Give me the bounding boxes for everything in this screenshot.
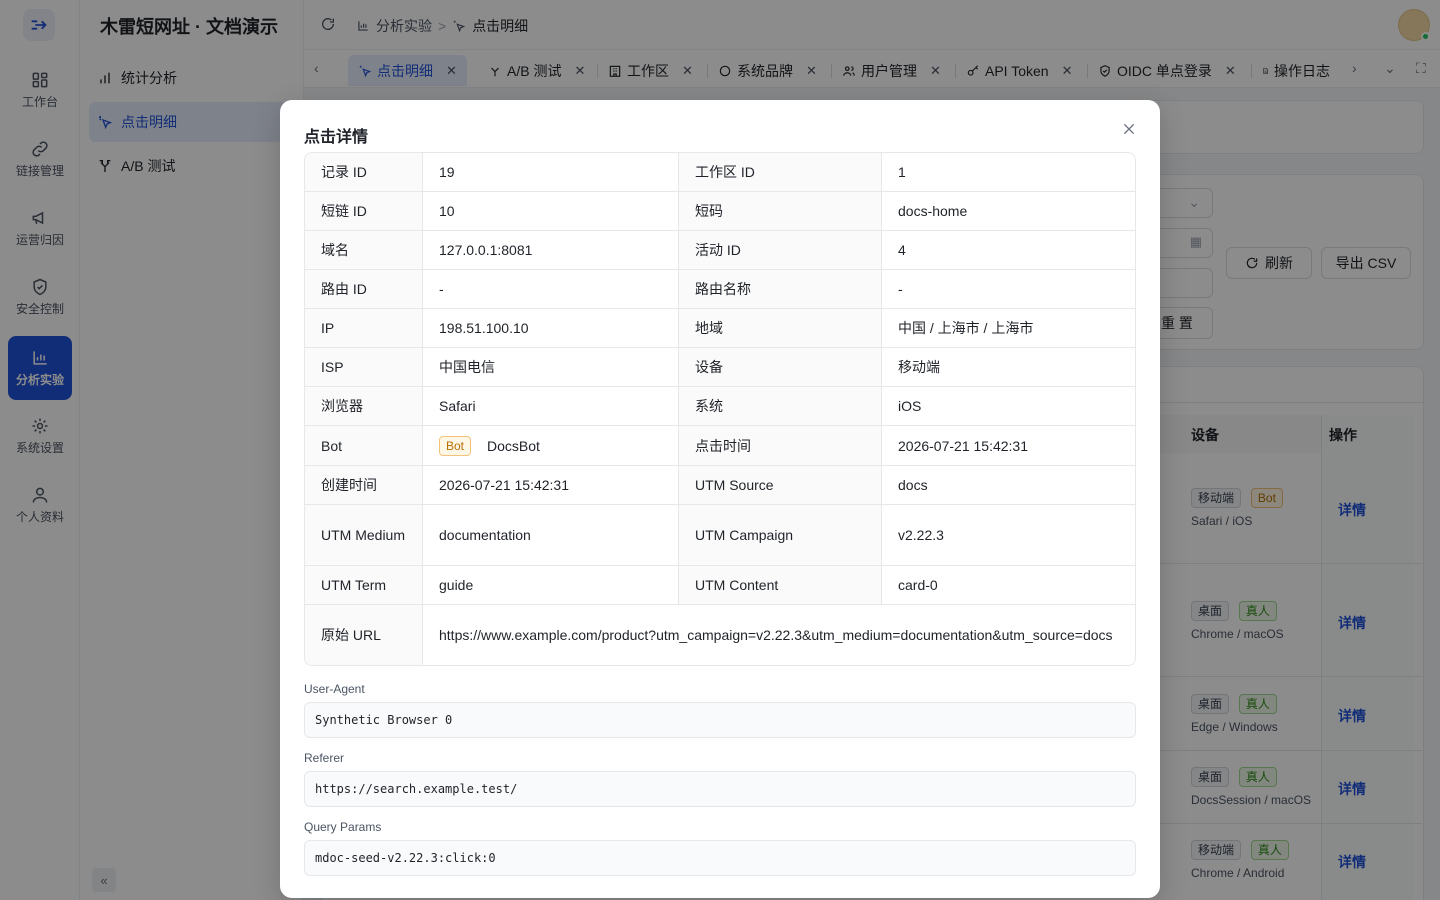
details-table: 记录 ID 19 工作区 ID 1 短链 ID 10 短码 docs-home … — [304, 152, 1136, 666]
detail-value: iOS — [898, 398, 922, 414]
detail-row: IP 198.51.100.10 地域 中国 / 上海市 / 上海市 — [305, 309, 1135, 348]
detail-value: 4 — [898, 242, 906, 258]
detail-label: UTM Content — [679, 566, 882, 604]
detail-row: Bot Bot DocsBot 点击时间 2026-07-21 15:42:31 — [305, 426, 1135, 466]
detail-row: 浏览器 Safari 系统 iOS — [305, 387, 1135, 426]
detail-value: 中国电信 — [423, 348, 679, 386]
detail-value: 1 — [898, 164, 906, 180]
detail-label: 路由 ID — [305, 270, 423, 308]
detail-value: v2.22.3 — [898, 527, 944, 543]
detail-value: - — [898, 281, 903, 297]
detail-row: 创建时间 2026-07-21 15:42:31 UTM Source docs — [305, 466, 1135, 505]
close-icon[interactable] — [1118, 118, 1140, 140]
detail-row: 短链 ID 10 短码 docs-home — [305, 192, 1135, 231]
detail-value: documentation — [423, 505, 679, 565]
detail-label: 设备 — [679, 348, 882, 386]
detail-row: UTM Term guide UTM Content card-0 — [305, 566, 1135, 605]
detail-value: 2026-07-21 15:42:31 — [898, 437, 1028, 454]
detail-label: 工作区 ID — [679, 153, 882, 191]
detail-value: 19 — [423, 153, 679, 191]
detail-value: 2026-07-21 15:42:31 — [423, 466, 679, 504]
detail-label: 短链 ID — [305, 192, 423, 230]
detail-value: Bot DocsBot — [423, 426, 679, 465]
detail-label: Bot — [305, 426, 423, 465]
detail-label: ISP — [305, 348, 423, 386]
user-agent-label: User-Agent — [304, 682, 365, 696]
detail-label: 创建时间 — [305, 466, 423, 504]
detail-label: 原始 URL — [305, 605, 423, 665]
raw-url-value: https://www.example.com/product?utm_camp… — [439, 627, 1113, 643]
detail-value: 127.0.0.1:8081 — [423, 231, 679, 269]
detail-value: 中国 / 上海市 / 上海市 — [898, 320, 1034, 336]
referer-label: Referer — [304, 751, 345, 765]
detail-row: ISP 中国电信 设备 移动端 — [305, 348, 1135, 387]
detail-label: 浏览器 — [305, 387, 423, 425]
modal-title: 点击详情 — [304, 129, 369, 146]
detail-value: 10 — [423, 192, 679, 230]
detail-label: 路由名称 — [679, 270, 882, 308]
detail-row: 记录 ID 19 工作区 ID 1 — [305, 153, 1135, 192]
detail-label: IP — [305, 309, 423, 347]
detail-value: guide — [423, 566, 679, 604]
detail-label: 短码 — [679, 192, 882, 230]
detail-value: docs — [898, 477, 928, 493]
detail-row: UTM Medium documentation UTM Campaign v2… — [305, 505, 1135, 566]
detail-label: 活动 ID — [679, 231, 882, 269]
detail-value: 198.51.100.10 — [423, 309, 679, 347]
detail-label: UTM Campaign — [679, 505, 882, 565]
detail-label: 地域 — [679, 309, 882, 347]
click-details-modal: 点击详情 记录 ID 19 工作区 ID 1 短链 ID 10 短码 docs-… — [280, 100, 1160, 898]
bot-tag: Bot — [439, 435, 472, 456]
detail-label: 点击时间 — [679, 426, 882, 465]
detail-value: 移动端 — [898, 359, 940, 375]
detail-label: 系统 — [679, 387, 882, 425]
detail-row: 域名 127.0.0.1:8081 活动 ID 4 — [305, 231, 1135, 270]
detail-row: 原始 URL https://www.example.com/product?u… — [305, 605, 1135, 665]
detail-value: Safari — [423, 387, 679, 425]
detail-label: UTM Source — [679, 466, 882, 504]
detail-label: 记录 ID — [305, 153, 423, 191]
detail-value: - — [423, 270, 679, 308]
detail-label: UTM Medium — [305, 505, 423, 565]
detail-value: card-0 — [898, 577, 938, 593]
query-params-label: Query Params — [304, 820, 382, 834]
detail-value: docs-home — [898, 203, 968, 219]
detail-label: UTM Term — [305, 566, 423, 604]
referer-value: https://search.example.test/ — [304, 771, 1136, 807]
user-agent-value: Synthetic Browser 0 — [304, 702, 1136, 738]
query-params-value: mdoc-seed-v2.22.3:click:0 — [304, 840, 1136, 876]
bot-name: DocsBot — [487, 437, 540, 454]
detail-row: 路由 ID - 路由名称 - — [305, 270, 1135, 309]
detail-label: 域名 — [305, 231, 423, 269]
